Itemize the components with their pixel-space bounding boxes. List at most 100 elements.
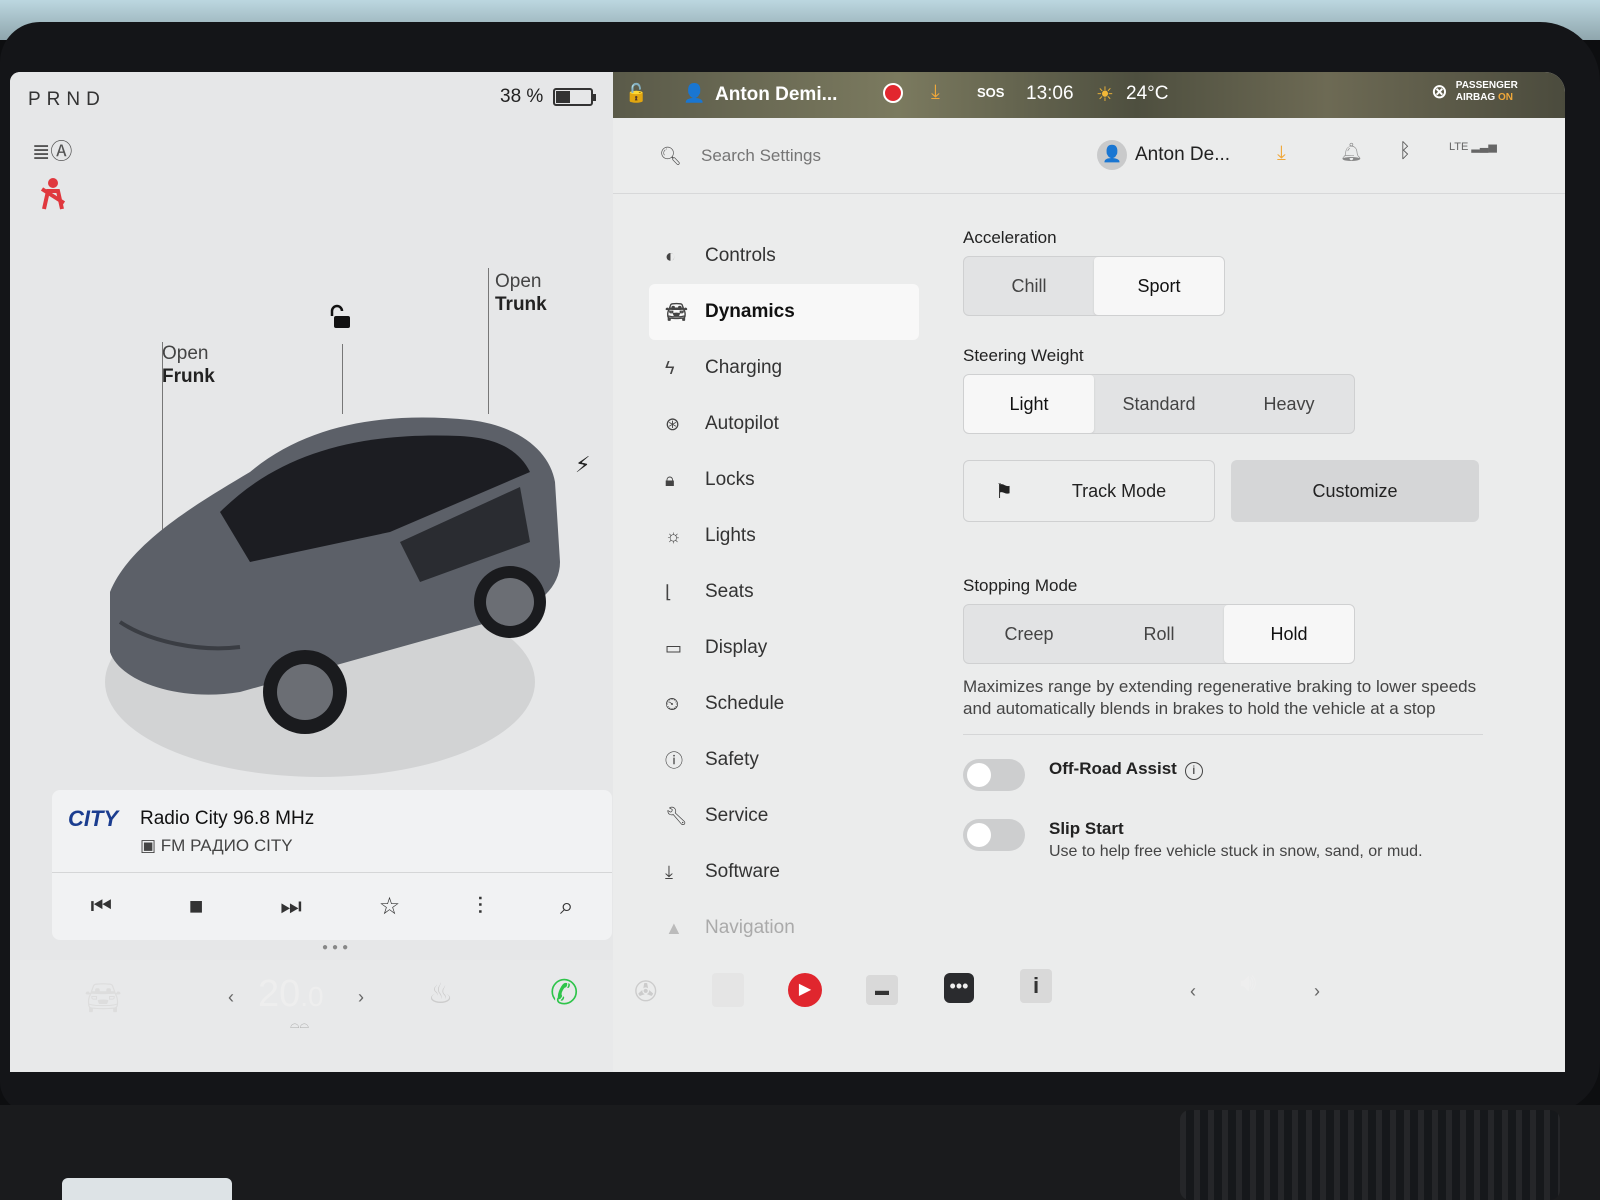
- menu-item-locks[interactable]: 🔒︎ Locks: [649, 452, 919, 508]
- trunk-label: Trunk: [495, 294, 547, 315]
- toggle-icon: ◐: [665, 245, 676, 266]
- info-icon[interactable]: i: [1184, 762, 1203, 780]
- unlocked-status-icon[interactable]: 🔓: [625, 83, 647, 104]
- stopping-roll-option[interactable]: Roll: [1094, 605, 1224, 663]
- status-profile-name[interactable]: Anton Demi...: [715, 84, 837, 106]
- auto-headlights-icon[interactable]: ≣Ⓐ: [32, 134, 72, 166]
- phone-icon[interactable]: ✆: [550, 973, 579, 1013]
- next-track-icon[interactable]: ⏭: [280, 893, 302, 921]
- customize-button[interactable]: Customize: [1231, 460, 1479, 522]
- defrost-icon[interactable]: ⌓⌓: [290, 1017, 309, 1032]
- unlock-icon[interactable]: [328, 304, 354, 336]
- download-icon[interactable]: ⤓: [1277, 142, 1286, 165]
- steering-light-option[interactable]: Light: [964, 375, 1094, 433]
- volume-icon[interactable]: 🔊︎: [1240, 967, 1256, 999]
- notification-bell-icon[interactable]: 🔔︎: [1340, 142, 1363, 163]
- menu-item-lights[interactable]: ☼ Lights: [649, 508, 919, 564]
- stopping-hold-option[interactable]: Hold: [1224, 605, 1354, 663]
- stopping-mode-title: Stopping Mode: [963, 576, 1078, 595]
- display-icon: ▭: [665, 637, 683, 658]
- stopping-creep-option[interactable]: Creep: [964, 605, 1094, 663]
- airbag-state: ON: [1498, 92, 1513, 103]
- steering-weight-selector: Light Standard Heavy: [963, 374, 1355, 434]
- fan-icon[interactable]: ✇: [634, 975, 657, 1008]
- favorite-star-icon[interactable]: ☆: [379, 892, 401, 921]
- menu-item-schedule[interactable]: ⏲ Schedule: [649, 676, 919, 732]
- acceleration-sport-option[interactable]: Sport: [1094, 257, 1224, 315]
- charge-port-icon[interactable]: ⚡: [575, 452, 590, 478]
- dashcam-record-icon[interactable]: [883, 83, 903, 103]
- schedule-icon: ⏲: [665, 693, 680, 714]
- manual-info-icon[interactable]: i: [1020, 969, 1052, 1003]
- safety-icon: ⓘ: [665, 751, 683, 771]
- profile-icon[interactable]: 👤: [683, 83, 705, 104]
- steering-heavy-option[interactable]: Heavy: [1224, 375, 1354, 433]
- slip-start-description: Use to help free vehicle stuck in snow, …: [1049, 843, 1423, 860]
- off-road-assist-toggle[interactable]: [963, 759, 1025, 791]
- volume-down-icon[interactable]: ‹: [1190, 981, 1196, 1002]
- avatar[interactable]: 👤: [1097, 140, 1127, 170]
- frunk-label: Frunk: [162, 366, 215, 387]
- update-download-icon[interactable]: ⤓: [931, 81, 940, 104]
- slip-start-toggle[interactable]: [963, 819, 1025, 851]
- settings-panel: 🔍︎ 👤 Anton De... ⤓ 🔔︎ ᛒ LTE ▂▃▅ ◐Control…: [613, 118, 1565, 1072]
- checkered-flag-icon: ⚑: [995, 480, 1013, 503]
- seat-icon: ⌊: [665, 581, 673, 602]
- media-search-icon[interactable]: ⌕: [560, 893, 573, 921]
- vehicle-model-image: [105, 417, 560, 777]
- open-frunk-button[interactable]: Open Frunk: [162, 342, 215, 388]
- seat-heater-icon[interactable]: ♨: [428, 977, 453, 1010]
- cabin-temperature-value: 20: [258, 973, 301, 1015]
- temp-up-icon[interactable]: ›: [358, 987, 364, 1008]
- menu-item-dynamics[interactable]: 🚘︎ Dynamics: [649, 284, 919, 340]
- search-settings-input[interactable]: [701, 142, 981, 170]
- slip-start-label: Slip Start: [1049, 819, 1124, 838]
- toybox-app-icon[interactable]: ▬: [866, 975, 898, 1005]
- menu-item-controls[interactable]: ◐ Controls: [649, 228, 919, 284]
- stop-icon[interactable]: ■: [189, 893, 204, 921]
- menu-item-seats[interactable]: ⌊ Seats: [649, 564, 919, 620]
- battery-level-fill: [556, 91, 570, 103]
- notes-app-icon[interactable]: [712, 973, 744, 1007]
- light-icon: ☼: [665, 525, 682, 546]
- equalizer-icon[interactable]: ⫶: [477, 893, 483, 921]
- airbag-prefix: AIRBAG: [1455, 92, 1496, 103]
- menu-item-software[interactable]: ⤓ Software: [649, 844, 919, 900]
- settings-header: 🔍︎ 👤 Anton De... ⤓ 🔔︎ ᛒ LTE ▂▃▅: [613, 118, 1565, 194]
- station-subtitle-text: FM РАДИО CITY: [160, 836, 293, 855]
- off-road-assist-label: Off-Road Assist: [1049, 759, 1177, 778]
- outside-temperature: 24°C: [1126, 83, 1169, 104]
- car-icon[interactable]: 🚘︎: [84, 981, 122, 1016]
- airbag-label: PASSENGER: [1455, 80, 1518, 91]
- acceleration-title: Acceleration: [963, 228, 1057, 247]
- station-title: Radio City 96.8 MHz: [140, 808, 315, 829]
- status-bar: 🔓 👤 Anton Demi... ⤓ SOS 13:06 ☀ 24°C ⊗ P…: [613, 72, 1565, 118]
- menu-item-service[interactable]: 🔧︎ Service: [649, 788, 919, 844]
- touchscreen: PRND 38 % ≣Ⓐ Open Frunk Open Trunk ⚡ CIT…: [10, 72, 1565, 1072]
- menu-item-safety[interactable]: ⓘ Safety: [649, 732, 919, 788]
- volume-up-icon[interactable]: ›: [1314, 981, 1320, 1002]
- bluetooth-icon[interactable]: ᛒ: [1399, 140, 1411, 163]
- track-mode-button[interactable]: ⚑ Track Mode: [963, 460, 1215, 522]
- station-logo: CITY: [68, 806, 119, 831]
- menu-item-autopilot[interactable]: ⊛ Autopilot: [649, 396, 919, 452]
- open-trunk-button[interactable]: Open Trunk: [495, 270, 547, 316]
- slip-start-row: Slip Start Use to help free vehicle stuc…: [963, 819, 1523, 861]
- menu-item-navigation[interactable]: ▲ Navigation: [649, 900, 919, 956]
- acceleration-chill-option[interactable]: Chill: [964, 257, 1094, 315]
- menu-item-display[interactable]: ▭ Display: [649, 620, 919, 676]
- temp-down-icon[interactable]: ‹: [228, 987, 234, 1008]
- header-profile-name[interactable]: Anton De...: [1135, 144, 1230, 166]
- sos-icon[interactable]: SOS: [977, 85, 1004, 100]
- search-icon: 🔍︎: [659, 146, 682, 166]
- air-vent: [1180, 1110, 1560, 1200]
- page-dots: ●●●: [322, 942, 353, 953]
- previous-track-icon[interactable]: ⏮: [90, 893, 112, 921]
- media-player[interactable]: CITY Radio City 96.8 MHz ▣ FM РАДИО CITY…: [52, 790, 612, 940]
- cabin-temperature[interactable]: 20.0: [258, 973, 324, 1016]
- youtube-music-icon[interactable]: ▶: [788, 973, 822, 1007]
- more-apps-icon[interactable]: •••: [944, 973, 974, 1003]
- steering-standard-option[interactable]: Standard: [1094, 375, 1224, 433]
- menu-item-charging[interactable]: ϟ Charging: [649, 340, 919, 396]
- settings-menu: ◐ Controls 🚘︎ Dynamics ϟ Charging ⊛ Autopilo…: [649, 228, 919, 956]
